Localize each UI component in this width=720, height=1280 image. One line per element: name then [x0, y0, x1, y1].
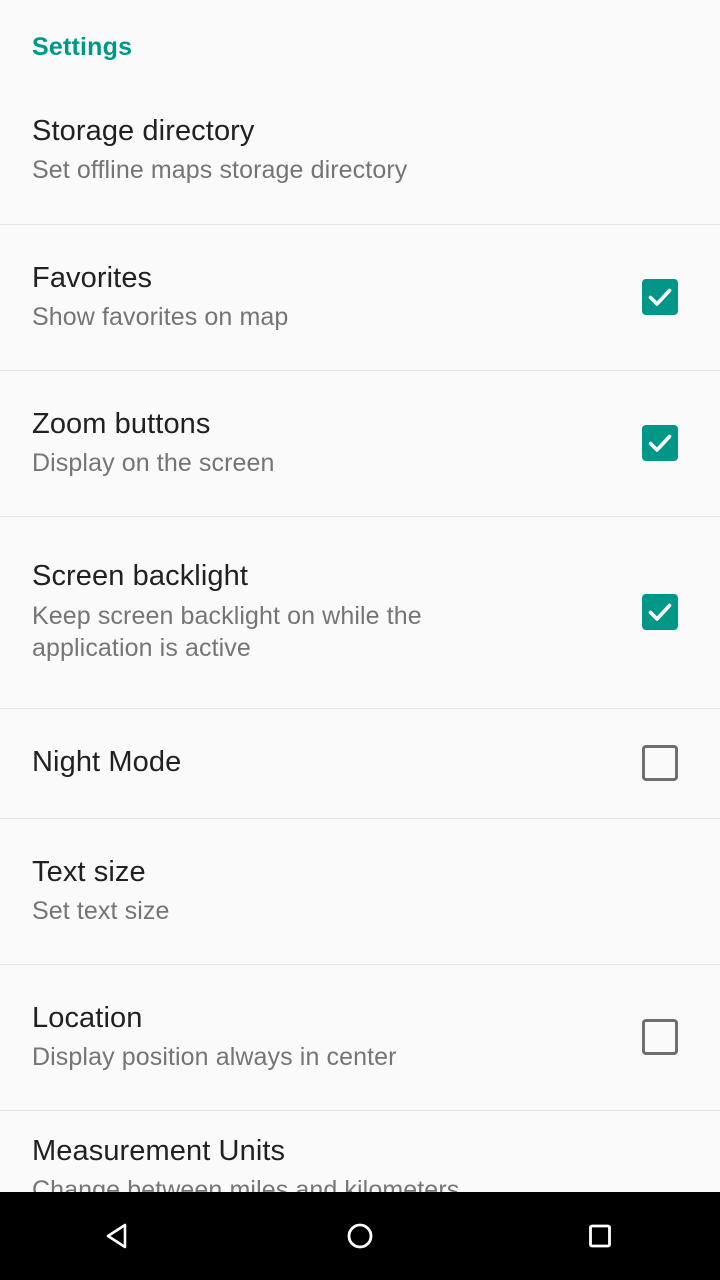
back-triangle-icon	[106, 1223, 127, 1249]
preference-text: Screen backlight Keep screen backlight o…	[32, 559, 502, 664]
nav-home-button[interactable]	[300, 1192, 420, 1280]
checkbox-location[interactable]	[642, 1019, 678, 1055]
preference-title: Favorites	[32, 261, 153, 294]
preference-title: Storage directory	[32, 115, 255, 148]
checkbox-screen-backlight[interactable]	[642, 594, 678, 630]
preference-row-zoom-buttons[interactable]: Zoom buttons Display on the screen	[0, 369, 720, 516]
android-navigation-bar	[0, 1192, 720, 1280]
checkbox-night-mode[interactable]	[642, 745, 678, 781]
preference-summary: Show favorites on map	[32, 302, 289, 331]
checkbox-zoom-buttons[interactable]	[642, 425, 678, 461]
home-circle-icon	[347, 1223, 373, 1249]
preference-title: Zoom buttons	[32, 407, 211, 440]
check-icon	[648, 603, 672, 621]
preference-text: Measurement Units Change between miles a…	[32, 1134, 688, 1192]
checkbox-favorites[interactable]	[642, 279, 678, 315]
preference-title: Location	[32, 1001, 143, 1034]
preference-text: Night Mode	[32, 745, 632, 780]
preference-title: Night Mode	[32, 746, 182, 779]
preference-row-night-mode[interactable]: Night Mode	[0, 707, 720, 818]
preference-summary: Display on the screen	[32, 448, 275, 477]
preference-row-text-size[interactable]: Text size Set text size	[0, 817, 720, 964]
preference-text: Location Display position always in cent…	[32, 1001, 632, 1074]
preference-row-favorites[interactable]: Favorites Show favorites on map	[0, 223, 720, 370]
preference-summary: Change between miles and kilometers	[32, 1175, 460, 1192]
preference-text: Zoom buttons Display on the screen	[32, 407, 632, 480]
nav-back-button[interactable]	[60, 1192, 180, 1280]
preference-row-screen-backlight[interactable]: Screen backlight Keep screen backlight o…	[0, 515, 720, 708]
recents-square-icon	[589, 1224, 611, 1248]
preference-summary: Set text size	[32, 896, 170, 925]
preference-row-location[interactable]: Location Display position always in cent…	[0, 963, 720, 1110]
preference-summary: Keep screen backlight on while the appli…	[32, 601, 422, 663]
checkbox-box-unchecked	[642, 1019, 678, 1055]
preference-text: Storage directory Set offline maps stora…	[32, 114, 688, 187]
check-icon	[648, 288, 672, 306]
nav-recents-button[interactable]	[540, 1192, 660, 1280]
preference-list[interactable]: Settings Storage directory Set offline m…	[0, 0, 720, 1192]
settings-category-header: Settings	[32, 33, 133, 61]
preference-title: Screen backlight	[32, 560, 248, 593]
check-icon	[648, 434, 672, 452]
preference-title: Measurement Units	[32, 1134, 286, 1167]
preference-row-storage-directory[interactable]: Storage directory Set offline maps stora…	[0, 77, 720, 224]
preference-title: Text size	[32, 855, 146, 888]
preference-text: Favorites Show favorites on map	[32, 261, 632, 334]
checkbox-box-unchecked	[642, 745, 678, 781]
settings-screen: Settings Storage directory Set offline m…	[0, 0, 720, 1280]
preference-row-measurement-units[interactable]: Measurement Units Change between miles a…	[0, 1109, 720, 1192]
preference-text: Text size Set text size	[32, 855, 688, 928]
preference-summary: Display position always in center	[32, 1042, 397, 1071]
preference-summary: Set offline maps storage directory	[32, 156, 408, 185]
